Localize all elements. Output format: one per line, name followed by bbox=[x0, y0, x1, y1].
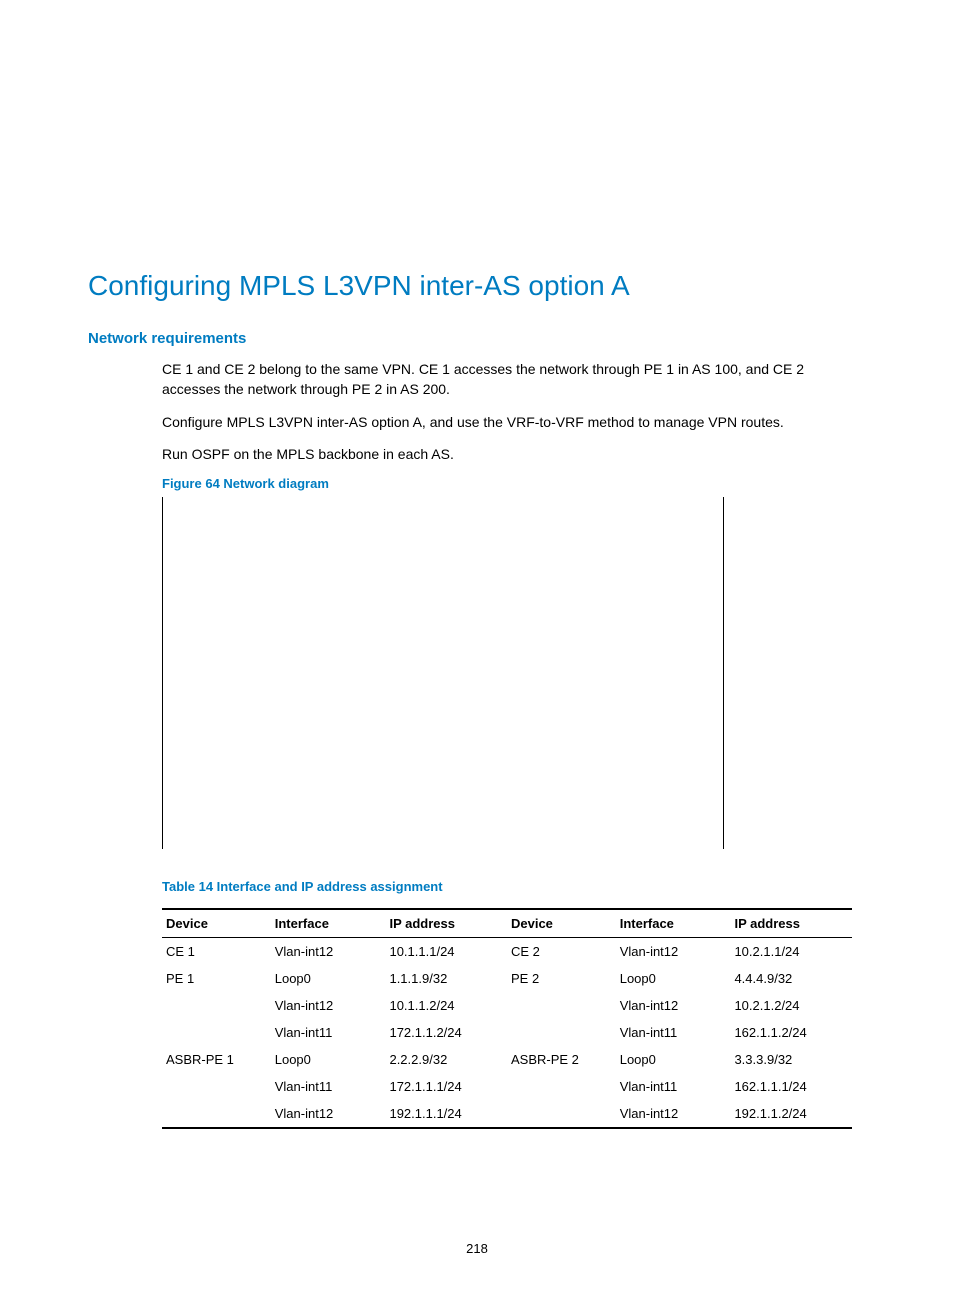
cell: ASBR-PE 2 bbox=[507, 1046, 616, 1073]
cell: 192.1.1.1/24 bbox=[385, 1100, 507, 1128]
table-row: ASBR-PE 1 Loop0 2.2.2.9/32 ASBR-PE 2 Loo… bbox=[162, 1046, 852, 1073]
table-header-row: Device Interface IP address Device Inter… bbox=[162, 909, 852, 938]
table-row: CE 1 Vlan-int12 10.1.1.1/24 CE 2 Vlan-in… bbox=[162, 938, 852, 966]
cell: 192.1.1.2/24 bbox=[730, 1100, 852, 1128]
cell: Loop0 bbox=[271, 1046, 386, 1073]
paragraph: Run OSPF on the MPLS backbone in each AS… bbox=[162, 444, 866, 464]
cell: 10.2.1.2/24 bbox=[730, 992, 852, 1019]
cell: Vlan-int11 bbox=[271, 1019, 386, 1046]
cell: PE 2 bbox=[507, 965, 616, 992]
cell: Vlan-int12 bbox=[616, 992, 731, 1019]
cell: 10.1.1.2/24 bbox=[385, 992, 507, 1019]
col-header: Device bbox=[507, 909, 616, 938]
cell bbox=[507, 992, 616, 1019]
col-header: IP address bbox=[730, 909, 852, 938]
figure-caption: Figure 64 Network diagram bbox=[162, 476, 866, 491]
cell bbox=[162, 1073, 271, 1100]
cell bbox=[162, 1100, 271, 1128]
cell: 10.2.1.1/24 bbox=[730, 938, 852, 966]
cell: Loop0 bbox=[616, 965, 731, 992]
paragraph: CE 1 and CE 2 belong to the same VPN. CE… bbox=[162, 359, 866, 400]
cell bbox=[162, 1019, 271, 1046]
cell: ASBR-PE 1 bbox=[162, 1046, 271, 1073]
cell: Loop0 bbox=[271, 965, 386, 992]
cell: CE 2 bbox=[507, 938, 616, 966]
cell: Loop0 bbox=[616, 1046, 731, 1073]
table-row: PE 1 Loop0 1.1.1.9/32 PE 2 Loop0 4.4.4.9… bbox=[162, 965, 852, 992]
cell: 1.1.1.9/32 bbox=[385, 965, 507, 992]
cell: PE 1 bbox=[162, 965, 271, 992]
cell bbox=[507, 1100, 616, 1128]
table-row: Vlan-int11 172.1.1.1/24 Vlan-int11 162.1… bbox=[162, 1073, 852, 1100]
cell: CE 1 bbox=[162, 938, 271, 966]
cell: Vlan-int12 bbox=[616, 1100, 731, 1128]
table-row: Vlan-int12 192.1.1.1/24 Vlan-int12 192.1… bbox=[162, 1100, 852, 1128]
cell: 162.1.1.2/24 bbox=[730, 1019, 852, 1046]
cell: 162.1.1.1/24 bbox=[730, 1073, 852, 1100]
cell: Vlan-int12 bbox=[271, 992, 386, 1019]
cell: Vlan-int11 bbox=[271, 1073, 386, 1100]
cell: 172.1.1.1/24 bbox=[385, 1073, 507, 1100]
cell bbox=[162, 992, 271, 1019]
cell: 3.3.3.9/32 bbox=[730, 1046, 852, 1073]
page-title: Configuring MPLS L3VPN inter-AS option A bbox=[88, 270, 866, 302]
cell bbox=[507, 1073, 616, 1100]
cell: Vlan-int12 bbox=[616, 938, 731, 966]
table-row: Vlan-int12 10.1.1.2/24 Vlan-int12 10.2.1… bbox=[162, 992, 852, 1019]
table-row: Vlan-int11 172.1.1.2/24 Vlan-int11 162.1… bbox=[162, 1019, 852, 1046]
col-header: Device bbox=[162, 909, 271, 938]
cell: 4.4.4.9/32 bbox=[730, 965, 852, 992]
cell bbox=[507, 1019, 616, 1046]
cell: 172.1.1.2/24 bbox=[385, 1019, 507, 1046]
address-table: Device Interface IP address Device Inter… bbox=[162, 908, 852, 1129]
figure-placeholder bbox=[162, 497, 724, 849]
section-heading: Network requirements bbox=[88, 330, 866, 347]
col-header: Interface bbox=[616, 909, 731, 938]
cell: Vlan-int12 bbox=[271, 938, 386, 966]
cell: Vlan-int12 bbox=[271, 1100, 386, 1128]
table-caption: Table 14 Interface and IP address assign… bbox=[162, 879, 866, 894]
cell: 10.1.1.1/24 bbox=[385, 938, 507, 966]
col-header: IP address bbox=[385, 909, 507, 938]
page-number: 218 bbox=[0, 1241, 954, 1256]
cell: Vlan-int11 bbox=[616, 1073, 731, 1100]
paragraph: Configure MPLS L3VPN inter-AS option A, … bbox=[162, 412, 866, 432]
page: Configuring MPLS L3VPN inter-AS option A… bbox=[0, 0, 954, 1296]
cell: Vlan-int11 bbox=[616, 1019, 731, 1046]
col-header: Interface bbox=[271, 909, 386, 938]
body-content: CE 1 and CE 2 belong to the same VPN. CE… bbox=[162, 359, 866, 1129]
cell: 2.2.2.9/32 bbox=[385, 1046, 507, 1073]
